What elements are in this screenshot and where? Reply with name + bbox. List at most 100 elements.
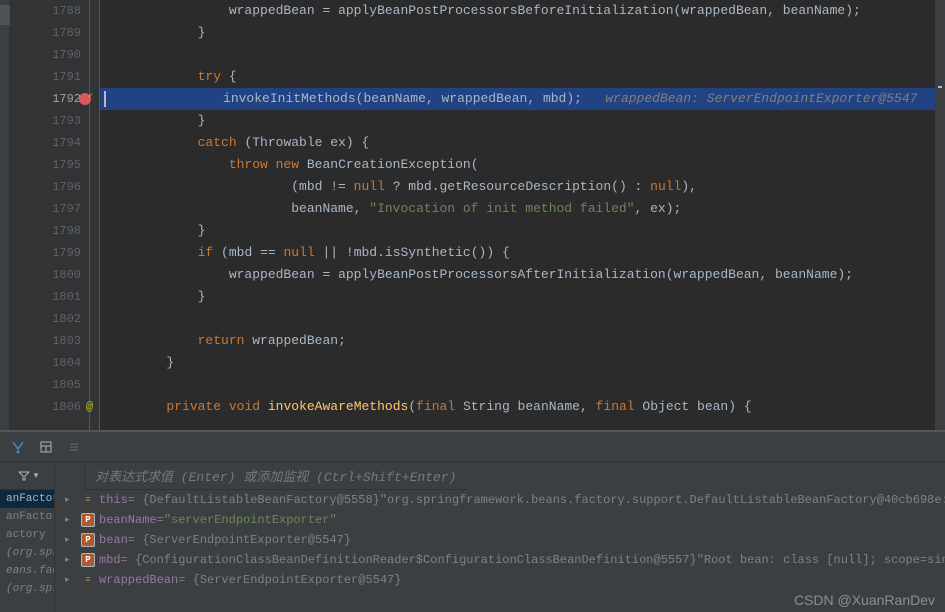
gutter-line-number[interactable]: 1805 [10, 374, 89, 396]
object-icon: ≡ [81, 573, 95, 587]
code-line[interactable]: wrappedBean = applyBeanPostProcessorsBef… [100, 0, 945, 22]
code-line[interactable]: catch (Throwable ex) { [100, 132, 945, 154]
fold-marker[interactable] [90, 242, 99, 264]
left-tab-marker[interactable] [0, 5, 10, 25]
code-line[interactable]: if (mbd == null || !mbd.isSynthetic()) { [100, 242, 945, 264]
evaluate-expression-input[interactable]: 对表达式求值 (Enter) 或添加监视 (Ctrl+Shift+Enter) [85, 462, 466, 490]
editor-pane: 1788178917901791179217931794179517961797… [0, 0, 945, 430]
variable-string: "serverEndpointExporter" [164, 513, 337, 527]
code-line[interactable]: throw new BeanCreationException( [100, 154, 945, 176]
gutter-line-number[interactable]: 1795 [10, 154, 89, 176]
gutter-line-number[interactable]: 1798 [10, 220, 89, 242]
expand-arrow-icon[interactable]: ▸ [65, 555, 77, 565]
gutter-line-number[interactable]: 1796 [10, 176, 89, 198]
fold-marker[interactable] [90, 154, 99, 176]
gutter-line-number[interactable]: 1806 [10, 396, 89, 418]
variable-name: beanName [99, 513, 157, 527]
stack-frame-item[interactable]: actory (or [0, 526, 54, 544]
gutter-line-number[interactable]: 1802 [10, 308, 89, 330]
code-line[interactable]: try { [100, 66, 945, 88]
stack-frame-item[interactable]: anFactory [0, 508, 54, 526]
variable-name: mbd [99, 553, 121, 567]
code-line[interactable]: } [100, 22, 945, 44]
gutter-line-number[interactable]: 1792 [10, 88, 89, 110]
code-line[interactable]: invokeInitMethods(beanName, wrappedBean,… [100, 88, 945, 110]
minimap-scrollbar[interactable] [935, 0, 945, 430]
expand-arrow-icon[interactable]: ▸ [65, 575, 77, 585]
variable-name: bean [99, 533, 128, 547]
fold-marker[interactable] [90, 330, 99, 352]
stack-frame-item[interactable]: (org.spri [0, 544, 54, 562]
code-line[interactable]: } [100, 286, 945, 308]
variable-row[interactable]: ▸PbeanName = "serverEndpointExporter" [55, 510, 945, 530]
parameter-icon: P [81, 533, 95, 547]
gutter-line-number[interactable]: 1789 [10, 22, 89, 44]
code-line[interactable]: wrappedBean = applyBeanPostProcessorsAft… [100, 264, 945, 286]
line-gutter[interactable]: 1788178917901791179217931794179517961797… [10, 0, 90, 430]
fold-marker[interactable] [90, 308, 99, 330]
variable-name: this [99, 493, 128, 507]
variable-value: = {DefaultListableBeanFactory@5558} [128, 493, 380, 507]
fold-marker[interactable] [90, 374, 99, 396]
fold-marker[interactable] [90, 0, 99, 22]
calculator-icon[interactable] [38, 439, 54, 455]
fold-marker[interactable] [90, 44, 99, 66]
parameter-icon: P [81, 553, 95, 567]
code-line[interactable]: } [100, 220, 945, 242]
fold-marker[interactable] [90, 176, 99, 198]
step-into-icon[interactable] [10, 439, 26, 455]
fold-marker[interactable] [90, 110, 99, 132]
breakpoint-icon[interactable] [79, 93, 91, 105]
fold-marker[interactable] [90, 132, 99, 154]
debug-toolbar [0, 432, 945, 462]
text-caret [104, 91, 106, 107]
code-line[interactable]: } [100, 110, 945, 132]
fold-marker[interactable] [90, 22, 99, 44]
left-tool-bar [0, 0, 10, 430]
fold-marker[interactable] [90, 220, 99, 242]
variable-row[interactable]: ▸≡wrappedBean = {ServerEndpointExporter@… [55, 570, 945, 590]
code-line[interactable]: } [100, 352, 945, 374]
code-line[interactable]: private void invokeAwareMethods(final St… [100, 396, 945, 418]
code-line[interactable] [100, 308, 945, 330]
filter-icon[interactable] [16, 468, 32, 484]
variable-row[interactable]: ▸ ≡ this = {DefaultListableBeanFactory@555… [55, 490, 945, 510]
variable-row[interactable]: ▸Pmbd = {ConfigurationClassBeanDefinitio… [55, 550, 945, 570]
fold-marker[interactable] [90, 286, 99, 308]
gutter-line-number[interactable]: 1791 [10, 66, 89, 88]
object-icon: ≡ [81, 493, 95, 507]
fold-marker[interactable] [90, 198, 99, 220]
expand-arrow-icon[interactable]: ▸ [65, 515, 77, 525]
gutter-line-number[interactable]: 1804 [10, 352, 89, 374]
stack-frame-item[interactable]: (org.spri [0, 580, 54, 598]
variable-value: = [157, 513, 164, 527]
gutter-line-number[interactable]: 1793 [10, 110, 89, 132]
gutter-line-number[interactable]: 1790 [10, 44, 89, 66]
stack-frame-item[interactable]: eans.facto [0, 562, 54, 580]
gutter-line-number[interactable]: 1803 [10, 330, 89, 352]
fold-column[interactable]: @ [90, 0, 100, 430]
gutter-line-number[interactable]: 1800 [10, 264, 89, 286]
fold-marker[interactable] [90, 264, 99, 286]
dropdown-icon[interactable]: ▾ [34, 471, 39, 481]
fold-marker[interactable] [90, 66, 99, 88]
code-line[interactable] [100, 44, 945, 66]
code-line[interactable]: (mbd != null ? mbd.getResourceDescriptio… [100, 176, 945, 198]
code-line[interactable] [100, 374, 945, 396]
code-line[interactable]: beanName, "Invocation of init method fai… [100, 198, 945, 220]
fold-marker[interactable] [90, 352, 99, 374]
stack-frame-item[interactable]: anFactory [0, 490, 54, 508]
variable-name: wrappedBean [99, 573, 178, 587]
code-editor[interactable]: wrappedBean = applyBeanPostProcessorsBef… [100, 0, 945, 430]
variable-row[interactable]: ▸Pbean = {ServerEndpointExporter@5547} [55, 530, 945, 550]
variable-tostring: "Root bean: class [null]; scope=singleto… [697, 553, 945, 567]
expand-arrow-icon[interactable]: ▸ [65, 495, 77, 505]
expand-arrow-icon[interactable]: ▸ [65, 535, 77, 545]
list-icon[interactable] [66, 439, 82, 455]
code-line[interactable]: return wrappedBean; [100, 330, 945, 352]
gutter-line-number[interactable]: 1797 [10, 198, 89, 220]
gutter-line-number[interactable]: 1788 [10, 0, 89, 22]
gutter-line-number[interactable]: 1799 [10, 242, 89, 264]
gutter-line-number[interactable]: 1801 [10, 286, 89, 308]
gutter-line-number[interactable]: 1794 [10, 132, 89, 154]
